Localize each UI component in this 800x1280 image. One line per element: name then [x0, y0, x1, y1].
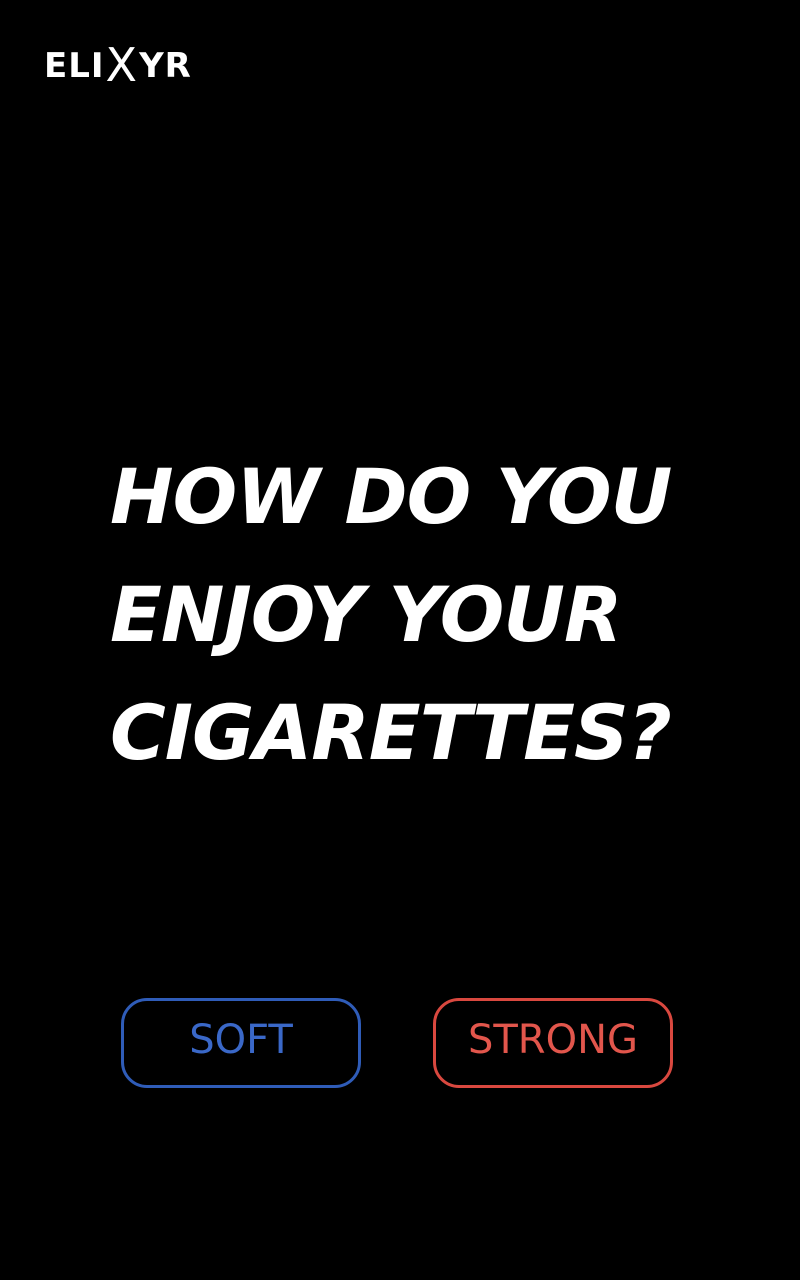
logo-text-right: YR — [139, 46, 192, 86]
question-line-3: CIGARETTES? — [110, 688, 672, 777]
logo-text-left: ELI — [44, 46, 105, 86]
strong-button[interactable]: STRONG — [433, 998, 673, 1088]
logo-text-x: X — [105, 38, 139, 92]
elixyr-logo: ELI X YR — [44, 38, 192, 92]
question-line-2: ENJOY YOUR — [110, 570, 623, 659]
question-line-1: HOW DO YOU — [110, 452, 672, 541]
soft-button[interactable]: SOFT — [121, 998, 361, 1088]
question-heading: HOW DO YOU ENJOY YOUR CIGARETTES? — [110, 438, 750, 792]
